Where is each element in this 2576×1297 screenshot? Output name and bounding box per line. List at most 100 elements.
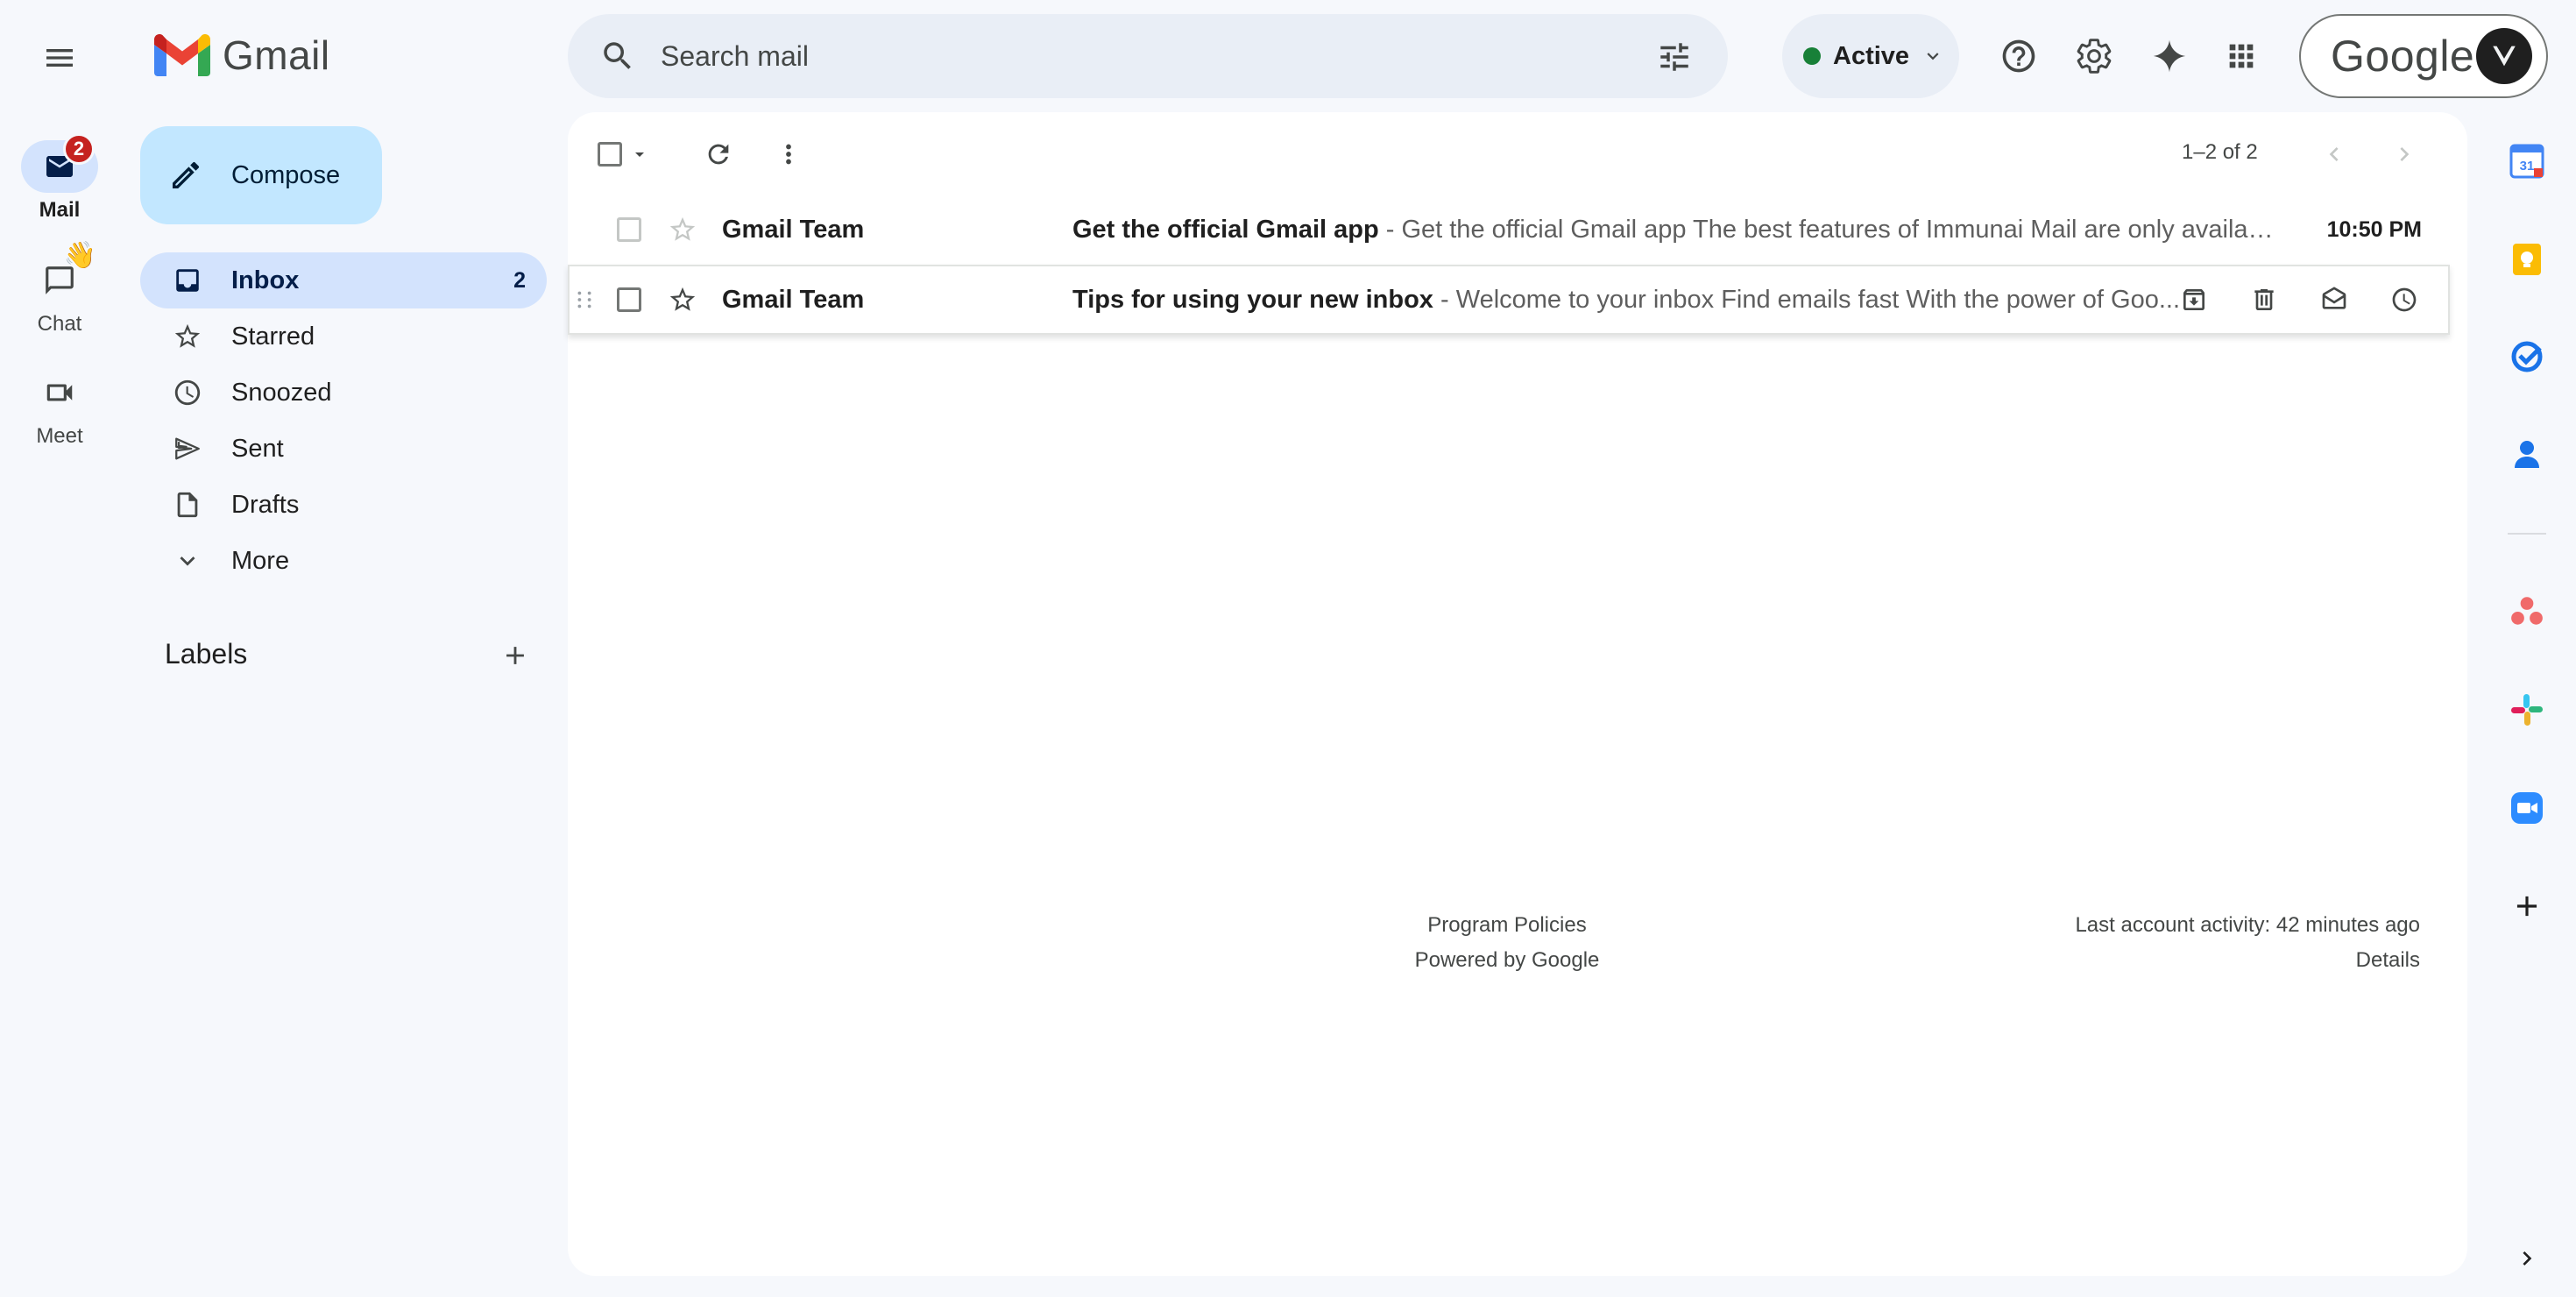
nav-label-sent: Sent [231, 434, 284, 463]
email-snippet: Get the official Gmail app The best feat… [1401, 215, 2278, 244]
row-checkbox[interactable] [617, 287, 641, 312]
nav-label-more: More [231, 546, 290, 575]
contacts-person-icon [2515, 441, 2539, 468]
zoom-app-button[interactable] [2502, 783, 2551, 833]
older-button[interactable] [2380, 130, 2429, 179]
chevron-right-icon [2400, 147, 2410, 161]
newer-button[interactable] [2310, 130, 2359, 179]
calendar-app-button[interactable]: 31 [2502, 137, 2551, 186]
search-icon[interactable] [599, 38, 636, 74]
plus-icon [506, 647, 524, 664]
email-subject: Tips for using your new inbox [1072, 285, 1433, 314]
nav-item-snoozed[interactable]: Snoozed [140, 365, 547, 421]
rail-item-meet[interactable]: Meet [0, 366, 119, 449]
tasks-check-icon [2511, 341, 2543, 372]
rail-pill-meet [21, 366, 98, 419]
keep-app-button[interactable] [2502, 235, 2551, 284]
tune-icon [1660, 43, 1688, 71]
asana-dots-icon [2511, 597, 2543, 625]
avatar [2476, 28, 2532, 84]
clock-icon [2392, 287, 2417, 312]
nav-item-sent[interactable]: Sent [140, 421, 547, 477]
settings-button[interactable] [2066, 28, 2122, 84]
open-envelope-icon [2322, 287, 2346, 309]
help-button[interactable] [1991, 28, 2047, 84]
details-link[interactable]: Details [2075, 943, 2420, 978]
rail-item-chat[interactable]: 👋 Chat [0, 241, 119, 337]
organization-logo: Google [2331, 32, 2475, 81]
logo-text: Gmail [223, 32, 330, 78]
get-addons-button[interactable] [2502, 882, 2551, 931]
rail-item-mail[interactable]: 2 Mail [0, 133, 119, 223]
show-side-panel-button[interactable] [2502, 1234, 2551, 1283]
archive-button[interactable] [2169, 275, 2219, 324]
mail-unread-badge: 2 [63, 133, 95, 165]
subject-separator: - [1433, 285, 1456, 314]
create-label-button[interactable] [496, 636, 534, 675]
tasks-app-button[interactable] [2502, 331, 2551, 380]
mark-as-read-button[interactable] [2310, 275, 2359, 324]
contacts-app-button[interactable] [2502, 429, 2551, 478]
status-selector[interactable]: Active [1782, 14, 1959, 98]
program-policies-link[interactable]: Program Policies [1367, 908, 1647, 943]
star-icon [170, 319, 205, 354]
chevron-right-icon [2523, 1251, 2532, 1265]
asana-app-button[interactable] [2502, 587, 2551, 636]
nav-item-starred[interactable]: Starred [140, 308, 547, 365]
apps-button[interactable] [2213, 28, 2269, 84]
row-checkbox[interactable] [617, 217, 641, 242]
rail-label-chat: Chat [37, 312, 82, 336]
snooze-button[interactable] [2380, 275, 2429, 324]
archive-icon [2183, 288, 2204, 310]
slack-app-button[interactable] [2502, 685, 2551, 734]
refresh-icon [708, 144, 729, 165]
rail-pill-mail: 2 [21, 133, 98, 193]
status-label: Active [1833, 41, 1910, 70]
email-date: 10:50 PM [2326, 216, 2422, 242]
nav-item-drafts[interactable]: Drafts [140, 477, 547, 533]
nav-label-drafts: Drafts [231, 490, 300, 519]
gear-icon [2077, 39, 2112, 74]
zoom-camera-icon [2511, 792, 2543, 824]
gmail-m-icon [154, 34, 210, 76]
chevron-left-icon [2329, 147, 2339, 161]
nav-label-inbox: Inbox [231, 266, 300, 294]
main-menu-button[interactable] [32, 30, 88, 86]
gemini-button[interactable] [2141, 28, 2197, 84]
subject-separator: - [1378, 215, 1402, 244]
help-icon [2002, 39, 2035, 73]
send-icon [170, 431, 205, 466]
gmail-logo[interactable]: Gmail [154, 32, 330, 79]
plus-icon [2516, 896, 2537, 917]
nav-item-inbox[interactable]: Inbox 2 [140, 252, 547, 308]
email-row[interactable]: Gmail Team Get the official Gmail app - … [568, 195, 2450, 265]
select-all-button[interactable] [587, 130, 661, 179]
email-sender: Gmail Team [722, 215, 865, 244]
keep-bulb-icon [2513, 244, 2541, 275]
search-input[interactable] [661, 39, 1537, 73]
nav-label-snoozed: Snoozed [231, 378, 332, 407]
clock-icon [170, 375, 205, 410]
star-icon[interactable] [668, 215, 697, 245]
drag-handle-icon[interactable] [571, 287, 598, 313]
row-hover-actions [2169, 275, 2429, 324]
pencil-icon [173, 161, 200, 188]
refresh-button[interactable] [694, 130, 743, 179]
compose-button[interactable]: Compose [140, 126, 382, 224]
search-options-button[interactable] [1656, 39, 1693, 75]
draft-icon [170, 487, 205, 522]
inbox-icon [170, 263, 205, 298]
labels-heading: Labels [165, 638, 248, 670]
sparkle-icon [2153, 39, 2186, 73]
delete-button[interactable] [2240, 275, 2289, 324]
nav-item-more[interactable]: More [140, 533, 547, 589]
footer-right: Last account activity: 42 minutes ago De… [2075, 908, 2420, 978]
star-icon[interactable] [668, 285, 697, 315]
more-options-button[interactable] [764, 130, 813, 179]
inbox-count: 2 [513, 267, 526, 293]
email-row[interactable]: Gmail Team Tips for using your new inbox… [568, 265, 2450, 335]
side-panel-divider [2508, 533, 2546, 535]
account-button[interactable]: Google [2299, 14, 2548, 98]
footer-center: Program Policies Powered by Google [1367, 908, 1647, 978]
slack-icon [2511, 694, 2543, 726]
